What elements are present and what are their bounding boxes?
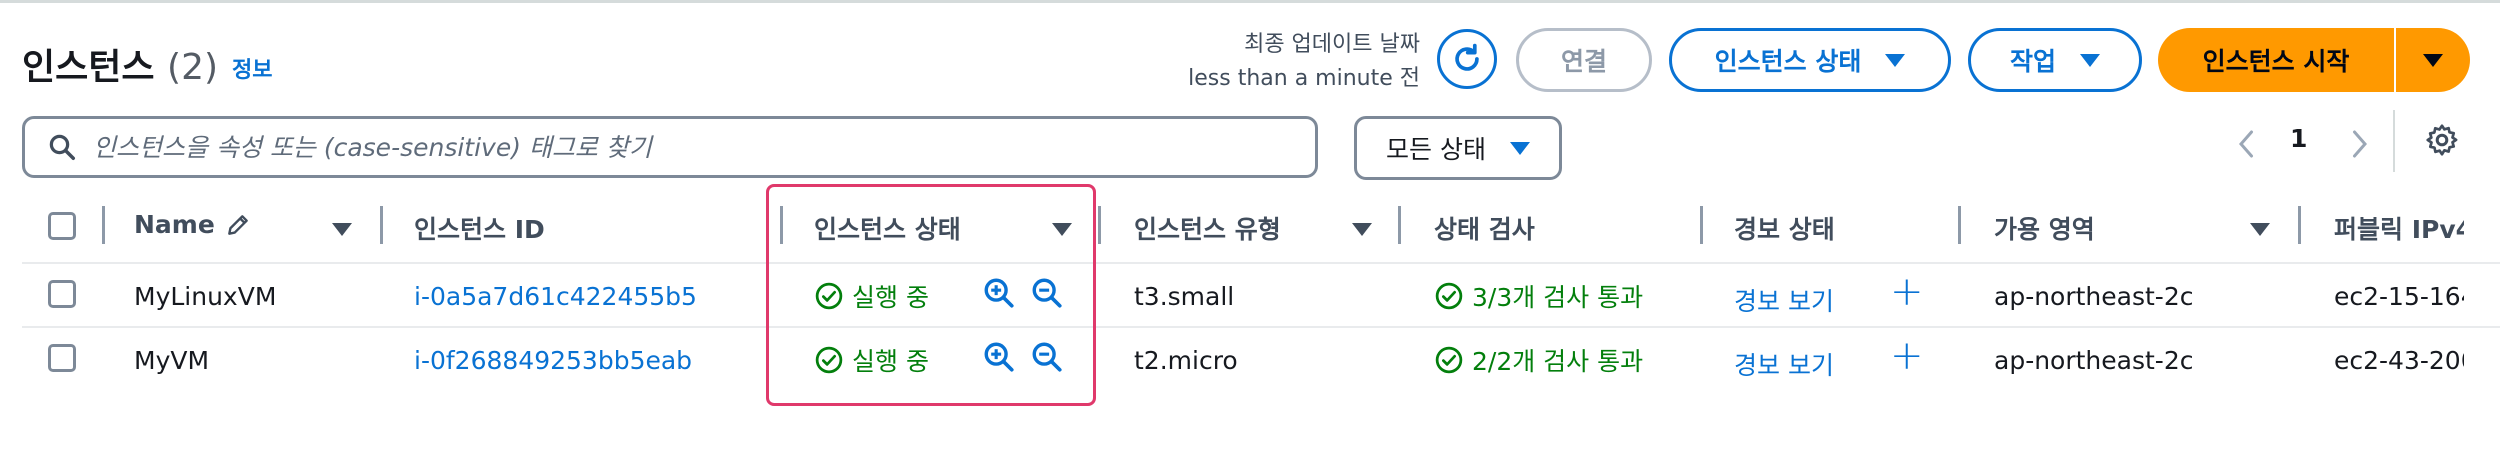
instance-id-link[interactable]: i-0f268849253bb5eab bbox=[414, 346, 692, 375]
column-header-public-ipv4[interactable]: 퍼블릭 IPv4 bbox=[2334, 210, 2464, 246]
chevron-left-icon bbox=[2239, 130, 2253, 158]
top-divider bbox=[0, 0, 2500, 3]
column-header-instance-id[interactable]: 인스턴스 ID bbox=[414, 210, 545, 246]
column-separator bbox=[102, 206, 105, 244]
column-separator bbox=[380, 206, 383, 244]
sort-caret-icon[interactable] bbox=[2250, 223, 2270, 236]
status-check: 3/3개 검사 통과 bbox=[1434, 278, 1643, 314]
search-input[interactable] bbox=[91, 131, 1275, 163]
public-ipv4: ec2-15-164 bbox=[2334, 282, 2464, 311]
row-checkbox[interactable] bbox=[48, 280, 76, 308]
check-circle-icon bbox=[1435, 346, 1463, 374]
column-header-name-label: Name bbox=[134, 210, 215, 239]
instance-state-button-label: 인스턴스 상태 bbox=[1714, 47, 1862, 76]
table-row: MyLinuxVM i-0a5a7d61c422455b5 실행 중 t3.sm… bbox=[0, 264, 2500, 326]
column-separator bbox=[2298, 206, 2301, 244]
status-check-label: 2/2개 검사 통과 bbox=[1472, 347, 1644, 376]
availability-zone: ap-northeast-2c bbox=[1994, 346, 2194, 375]
page-title-text: 인스턴스 bbox=[22, 47, 155, 88]
search-icon bbox=[49, 134, 75, 160]
caret-down-icon bbox=[1885, 53, 1906, 67]
last-updated-label: 최종 업데이트 날짜 bbox=[1244, 32, 1420, 57]
instance-id-link[interactable]: i-0a5a7d61c422455b5 bbox=[414, 282, 697, 311]
pager-divider bbox=[2393, 110, 2395, 172]
column-header-alarm-status[interactable]: 경보 상태 bbox=[1734, 210, 1835, 246]
actions-button[interactable]: 작업 bbox=[1968, 28, 2142, 92]
row-checkbox[interactable] bbox=[48, 344, 76, 372]
instance-state-button[interactable]: 인스턴스 상태 bbox=[1669, 28, 1951, 92]
connect-button-label: 연결 bbox=[1560, 47, 1607, 76]
caret-down-icon bbox=[2423, 53, 2443, 67]
view-alarms-link[interactable]: 경보 보기 bbox=[1734, 282, 1834, 318]
status-check-label: 3/3개 검사 통과 bbox=[1472, 283, 1644, 312]
highlight-box bbox=[766, 184, 1096, 406]
current-page[interactable]: 1 bbox=[2290, 124, 2307, 153]
column-separator bbox=[1958, 206, 1961, 244]
table-row: MyVM i-0f268849253bb5eab 실행 중 t2.micro 2… bbox=[0, 328, 2500, 390]
state-filter-select[interactable]: 모든 상태 bbox=[1354, 116, 1562, 180]
select-all-checkbox[interactable] bbox=[48, 212, 76, 240]
instance-name: MyLinuxVM bbox=[134, 282, 277, 311]
info-link[interactable]: 정보 bbox=[232, 52, 272, 84]
column-separator bbox=[1098, 206, 1101, 244]
instance-type: t3.small bbox=[1134, 282, 1235, 311]
caret-down-icon bbox=[1509, 141, 1530, 155]
public-ipv4: ec2-43-200 bbox=[2334, 346, 2464, 375]
column-separator bbox=[1398, 206, 1401, 244]
refresh-icon bbox=[1455, 43, 1479, 71]
availability-zone: ap-northeast-2c bbox=[1994, 282, 2194, 311]
launch-instances-button[interactable]: 인스턴스 시작 bbox=[2158, 28, 2396, 92]
view-alarms-link[interactable]: 경보 보기 bbox=[1734, 346, 1834, 382]
page-title: 인스턴스 (2) bbox=[22, 38, 218, 90]
column-header-availability-zone[interactable]: 가용 영역 bbox=[1994, 210, 2095, 246]
last-updated-value: less than a minute 전 bbox=[1188, 66, 1420, 91]
previous-page-button[interactable] bbox=[2236, 120, 2258, 168]
pencil-icon bbox=[227, 214, 248, 235]
column-header-instance-type[interactable]: 인스턴스 유형 bbox=[1134, 210, 1281, 246]
column-separator bbox=[1700, 206, 1703, 244]
gear-icon bbox=[2426, 124, 2458, 156]
search-box bbox=[22, 116, 1318, 178]
check-circle-icon bbox=[1435, 282, 1463, 310]
state-filter-value: 모든 상태 bbox=[1386, 135, 1486, 164]
chevron-right-icon bbox=[2353, 130, 2367, 158]
preferences-button[interactable] bbox=[2424, 122, 2460, 162]
connect-button[interactable]: 연결 bbox=[1516, 28, 1652, 92]
add-alarm-plus-icon[interactable]: + bbox=[1890, 272, 1924, 312]
next-page-button[interactable] bbox=[2348, 120, 2370, 168]
add-alarm-plus-icon[interactable]: + bbox=[1890, 336, 1924, 376]
last-updated: 최종 업데이트 날짜 less than a minute 전 bbox=[1188, 28, 1420, 96]
instance-count: (2) bbox=[167, 47, 219, 88]
sort-caret-icon[interactable] bbox=[332, 223, 352, 236]
launch-dropdown-button[interactable] bbox=[2396, 28, 2470, 92]
column-header-status-check[interactable]: 상태 검사 bbox=[1434, 210, 1535, 246]
sort-caret-icon[interactable] bbox=[1352, 223, 1372, 236]
launch-instances-label: 인스턴스 시작 bbox=[2202, 47, 2350, 76]
actions-button-label: 작업 bbox=[2009, 47, 2056, 76]
column-header-name[interactable]: Name bbox=[134, 210, 251, 239]
refresh-button[interactable] bbox=[1437, 29, 1497, 89]
instance-name: MyVM bbox=[134, 346, 210, 375]
instance-type: t2.micro bbox=[1134, 346, 1238, 375]
status-check: 2/2개 검사 통과 bbox=[1434, 342, 1643, 378]
caret-down-icon bbox=[2080, 53, 2100, 67]
launch-instances-split-button: 인스턴스 시작 bbox=[2158, 28, 2470, 92]
